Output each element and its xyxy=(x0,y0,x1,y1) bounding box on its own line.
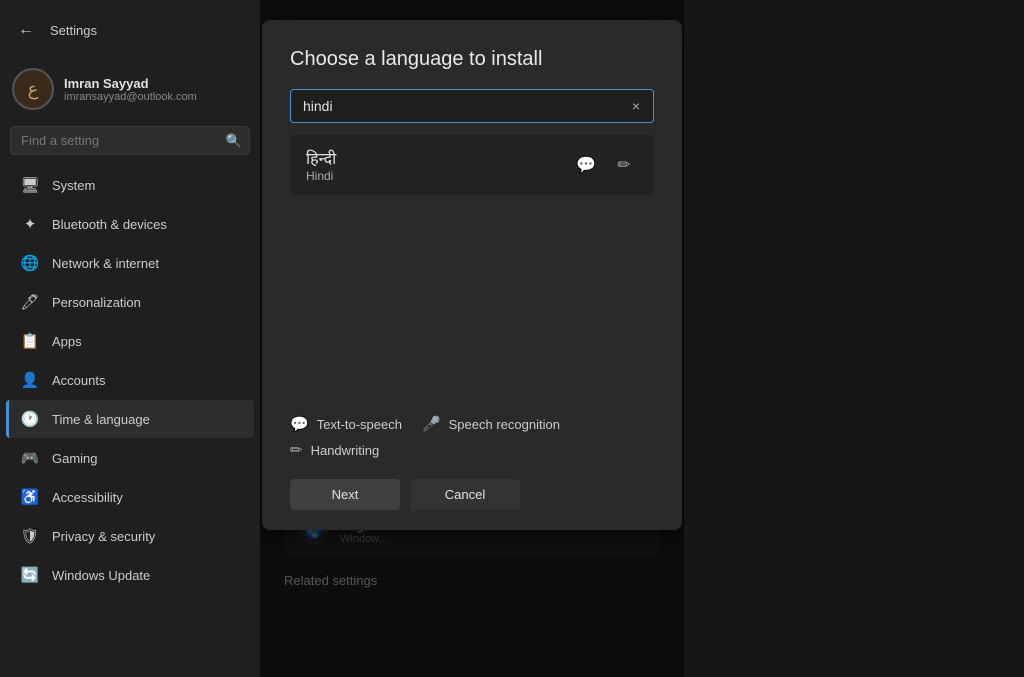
nav-label-network: Network & internet xyxy=(52,256,159,271)
nav-label-personalization: Personalization xyxy=(52,295,141,310)
result-actions: 💬 ✏ xyxy=(572,151,638,179)
handwriting-label: Handwriting xyxy=(311,443,380,458)
sidebar-header: ← Settings xyxy=(0,0,260,60)
sidebar-item-accessibility[interactable]: ♿ Accessibility xyxy=(6,478,254,516)
modal-footer: Next Cancel xyxy=(290,479,654,510)
search-input[interactable] xyxy=(10,126,250,155)
nav-label-apps: Apps xyxy=(52,334,82,349)
nav-label-time: Time & language xyxy=(52,412,150,427)
sidebar-item-network[interactable]: 🌐 Network & internet xyxy=(6,244,254,282)
sidebar-item-accounts[interactable]: 👤 Accounts xyxy=(6,361,254,399)
modal-empty-area xyxy=(290,207,654,407)
result-english: Hindi xyxy=(306,169,336,183)
sidebar-item-time[interactable]: 🕐 Time & language xyxy=(6,400,254,438)
sidebar: ← Settings ع Imran Sayyad imransayyad@ou… xyxy=(0,0,260,677)
search-box: 🔍 xyxy=(10,126,250,155)
sidebar-item-system[interactable]: 🖥 System xyxy=(6,166,254,204)
speech-recognition-label: Speech recognition xyxy=(449,417,560,432)
main-content: Time & l Language 🖥 Windows display lang… xyxy=(260,0,684,677)
sidebar-item-personalization[interactable]: 🖊 Personalization xyxy=(6,283,254,321)
nav-icon-system: 🖥 xyxy=(20,175,40,195)
language-search-input[interactable] xyxy=(290,89,654,123)
nav-label-system: System xyxy=(52,178,95,193)
modal-title: Choose a language to install xyxy=(290,48,654,71)
speech-recognition-icon: 🎤 xyxy=(422,415,441,433)
avatar: ع xyxy=(12,68,54,110)
sidebar-item-bluetooth[interactable]: ✦ Bluetooth & devices xyxy=(6,205,254,243)
modal-overlay: Choose a language to install × हिन्दी Hi… xyxy=(260,0,684,677)
nav-label-bluetooth: Bluetooth & devices xyxy=(52,217,167,232)
nav-icon-time: 🕐 xyxy=(20,409,40,429)
sidebar-title: Settings xyxy=(50,23,97,38)
nav-label-accessibility: Accessibility xyxy=(52,490,123,505)
feature-speech-recognition: 🎤 Speech recognition xyxy=(422,415,560,433)
user-info: Imran Sayyad imransayyad@outlook.com xyxy=(64,76,197,103)
nav-icon-update: 🔄 xyxy=(20,565,40,585)
user-email: imransayyad@outlook.com xyxy=(64,91,197,103)
handwriting-icon: ✏ xyxy=(290,441,303,459)
nav-list: 🖥 System ✦ Bluetooth & devices 🌐 Network… xyxy=(0,163,260,677)
feature-handwriting: ✏ Handwriting xyxy=(290,441,379,459)
result-native: हिन्दी xyxy=(306,147,336,169)
nav-label-update: Windows Update xyxy=(52,568,150,583)
result-speech-button[interactable]: 💬 xyxy=(572,151,600,179)
search-icon: 🔍 xyxy=(226,133,242,149)
feature-row-2: ✏ Handwriting xyxy=(290,441,654,459)
language-result-item[interactable]: हिन्दी Hindi 💬 ✏ xyxy=(290,135,654,195)
back-button[interactable]: ← xyxy=(12,16,40,44)
user-profile: ع Imran Sayyad imransayyad@outlook.com xyxy=(0,60,260,122)
sidebar-item-privacy[interactable]: 🛡 Privacy & security xyxy=(6,517,254,555)
nav-icon-privacy: 🛡 xyxy=(20,526,40,546)
next-button[interactable]: Next xyxy=(290,479,400,510)
right-panel xyxy=(684,0,1024,677)
nav-icon-accounts: 👤 xyxy=(20,370,40,390)
language-install-modal: Choose a language to install × हिन्दी Hi… xyxy=(262,20,682,530)
sidebar-item-gaming[interactable]: 🎮 Gaming xyxy=(6,439,254,477)
result-handwriting-button[interactable]: ✏ xyxy=(610,151,638,179)
nav-icon-gaming: 🎮 xyxy=(20,448,40,468)
sidebar-item-apps[interactable]: 📋 Apps xyxy=(6,322,254,360)
result-text: हिन्दी Hindi xyxy=(306,147,336,183)
nav-icon-apps: 📋 xyxy=(20,331,40,351)
user-name: Imran Sayyad xyxy=(64,76,197,91)
nav-label-privacy: Privacy & security xyxy=(52,529,155,544)
nav-icon-personalization: 🖊 xyxy=(20,292,40,312)
clear-search-button[interactable]: × xyxy=(626,96,646,116)
modal-features: 💬 Text-to-speech 🎤 Speech recognition ✏ … xyxy=(290,407,654,459)
text-to-speech-icon: 💬 xyxy=(290,415,309,433)
feature-row-1: 💬 Text-to-speech 🎤 Speech recognition xyxy=(290,415,654,433)
sidebar-item-update[interactable]: 🔄 Windows Update xyxy=(6,556,254,594)
nav-icon-accessibility: ♿ xyxy=(20,487,40,507)
feature-text-to-speech: 💬 Text-to-speech xyxy=(290,415,402,433)
text-to-speech-label: Text-to-speech xyxy=(317,417,402,432)
nav-label-accounts: Accounts xyxy=(52,373,105,388)
cancel-button[interactable]: Cancel xyxy=(410,479,520,510)
nav-icon-bluetooth: ✦ xyxy=(20,214,40,234)
nav-label-gaming: Gaming xyxy=(52,451,98,466)
nav-icon-network: 🌐 xyxy=(20,253,40,273)
modal-search: × xyxy=(290,89,654,123)
